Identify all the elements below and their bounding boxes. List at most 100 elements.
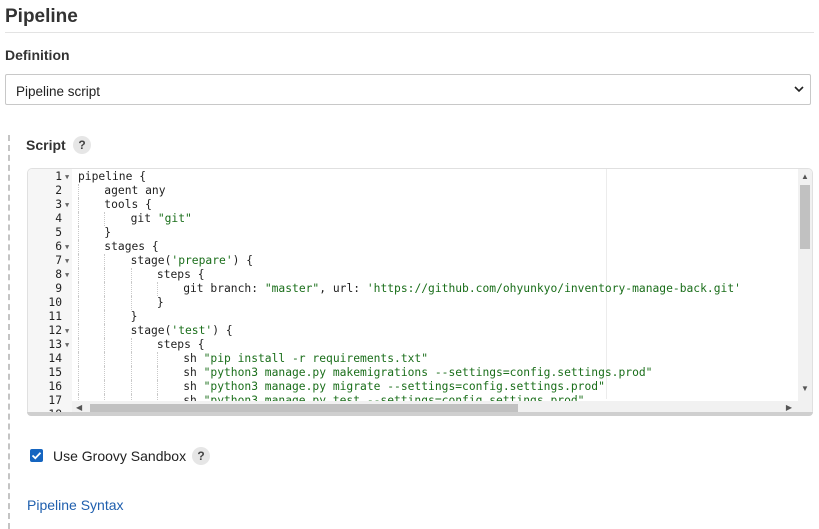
chevron-down-icon — [794, 86, 804, 93]
code-token: sh — [183, 366, 204, 379]
code-text: stage('test') { — [131, 324, 233, 338]
fold-toggle-icon[interactable]: ▼ — [65, 170, 69, 184]
code-line[interactable]: 9 git branch: "master", url: 'https://git… — [28, 282, 812, 296]
code-lines[interactable]: 1 ▼ pipeline {2 agent any 3 ▼ tools {4 git "git… — [28, 170, 812, 415]
code-text: sh "python3 manage.py migrate --settings… — [183, 380, 605, 394]
scroll-right-icon[interactable]: ▶ — [786, 404, 792, 412]
indent-guide — [78, 310, 79, 324]
code-token: git — [130, 212, 158, 225]
code-line[interactable]: 15 sh "python3 manage.py makemigrations -… — [28, 366, 812, 380]
indent-guide — [156, 352, 158, 366]
code-line[interactable]: 3 ▼ tools { — [28, 198, 812, 212]
code-text: stages { — [104, 240, 158, 254]
groovy-sandbox-label[interactable]: Use Groovy Sandbox — [53, 448, 186, 464]
groovy-sandbox-checkbox[interactable] — [30, 449, 43, 462]
nested-section-rail — [8, 135, 10, 529]
vertical-scrollbar[interactable]: ▲ ▼ — [798, 169, 812, 401]
scroll-up-icon[interactable]: ▲ — [801, 173, 809, 181]
indent-guide — [104, 338, 106, 352]
code-line[interactable]: 12 ▼ stage('test') { — [28, 324, 812, 338]
code-text: steps { — [157, 338, 205, 352]
indent-guide — [78, 338, 79, 352]
fold-toggle-icon[interactable]: ▼ — [65, 324, 69, 338]
string-literal: "python3 manage.py makemigrations --sett… — [203, 366, 653, 379]
code-line[interactable]: 14 sh "pip install -r requirements.txt" — [28, 352, 812, 366]
fold-toggle-icon[interactable]: ▼ — [65, 198, 69, 212]
fold-toggle-icon[interactable]: ▼ — [65, 338, 69, 352]
code-text: } — [157, 296, 164, 310]
vertical-scroll-thumb[interactable] — [800, 185, 810, 249]
editor-resize-bar[interactable] — [27, 412, 813, 416]
line-number: 8 — [55, 268, 62, 281]
line-number: 5 — [55, 226, 62, 239]
script-label: Script — [26, 137, 66, 153]
code-text: stage('prepare') { — [131, 254, 253, 268]
code-text: sh "python3 manage.py makemigrations --s… — [183, 366, 652, 380]
indent-guide — [130, 380, 132, 394]
code-line[interactable]: 7 ▼ stage('prepare') { — [28, 254, 812, 268]
code-line[interactable]: 4 git "git" — [28, 212, 812, 226]
code-text: } — [131, 310, 138, 324]
string-literal: 'https://github.com/ohyunkyo/inventory-m… — [366, 282, 741, 295]
indent-guide — [78, 380, 79, 394]
scroll-down-icon[interactable]: ▼ — [801, 385, 809, 393]
line-number: 1 — [55, 170, 62, 183]
indent-guide — [104, 352, 106, 366]
code-line[interactable]: 5} — [28, 226, 812, 240]
line-number: 14 — [48, 352, 62, 365]
script-editor[interactable]: 1 ▼ pipeline {2 agent any 3 ▼ tools {4 git "git… — [27, 168, 813, 416]
indent-guide — [104, 254, 106, 268]
fold-toggle-icon[interactable]: ▼ — [65, 254, 69, 268]
code-token: git branch: — [183, 282, 265, 295]
code-token: ) { — [232, 254, 254, 267]
definition-label: Definition — [5, 47, 70, 63]
code-token: } — [156, 296, 164, 309]
indent-guide — [156, 282, 158, 296]
code-line[interactable]: 13 ▼ steps { — [28, 338, 812, 352]
line-number: 15 — [48, 366, 62, 379]
code-token: } — [130, 310, 138, 323]
code-line[interactable]: 6 ▼ stages { — [28, 240, 812, 254]
code-line[interactable]: 11} — [28, 310, 812, 324]
indent-guide — [78, 282, 79, 296]
indent-guide — [130, 282, 132, 296]
sandbox-help-icon[interactable]: ? — [192, 447, 210, 465]
indent-guide — [78, 296, 79, 310]
line-number: 13 — [48, 338, 62, 351]
line-number: 11 — [48, 310, 62, 323]
indent-guide — [78, 240, 79, 254]
line-number: 2 — [55, 184, 62, 197]
code-token: steps { — [156, 268, 205, 281]
code-text: } — [104, 226, 111, 240]
line-number: 4 — [55, 212, 62, 225]
indent-guide — [130, 296, 132, 310]
code-line[interactable]: 1 ▼ pipeline { — [28, 170, 812, 184]
line-number: 12 — [48, 324, 62, 337]
code-token: stage( — [130, 254, 172, 267]
indent-guide — [130, 268, 132, 282]
code-token: pipeline { — [78, 170, 147, 183]
code-line[interactable]: 2 agent any — [28, 184, 812, 198]
fold-toggle-icon[interactable]: ▼ — [65, 240, 69, 254]
indent-guide — [130, 338, 132, 352]
horizontal-scroll-thumb[interactable] — [90, 404, 518, 412]
scroll-left-icon[interactable]: ◀ — [76, 404, 82, 412]
code-line[interactable]: 10} — [28, 296, 812, 310]
pipeline-syntax-link[interactable]: Pipeline Syntax — [27, 497, 124, 513]
indent-guide — [78, 324, 79, 338]
string-literal: "git" — [157, 212, 192, 225]
indent-guide — [130, 366, 132, 380]
definition-select[interactable]: Pipeline script — [5, 74, 811, 105]
script-help-icon[interactable]: ? — [73, 136, 91, 154]
code-token: sh — [183, 352, 204, 365]
indent-guide — [104, 212, 106, 226]
indent-guide — [78, 366, 79, 380]
fold-toggle-icon[interactable]: ▼ — [65, 268, 69, 282]
line-number: 3 — [55, 198, 62, 211]
code-line[interactable]: 16 sh "python3 manage.py migrate --settin… — [28, 380, 812, 394]
code-token: sh — [183, 380, 204, 393]
code-line[interactable]: 8 ▼ steps { — [28, 268, 812, 282]
code-token: , url: — [319, 282, 367, 295]
line-number: 17 — [48, 394, 62, 407]
definition-selected-value: Pipeline script — [16, 84, 101, 99]
